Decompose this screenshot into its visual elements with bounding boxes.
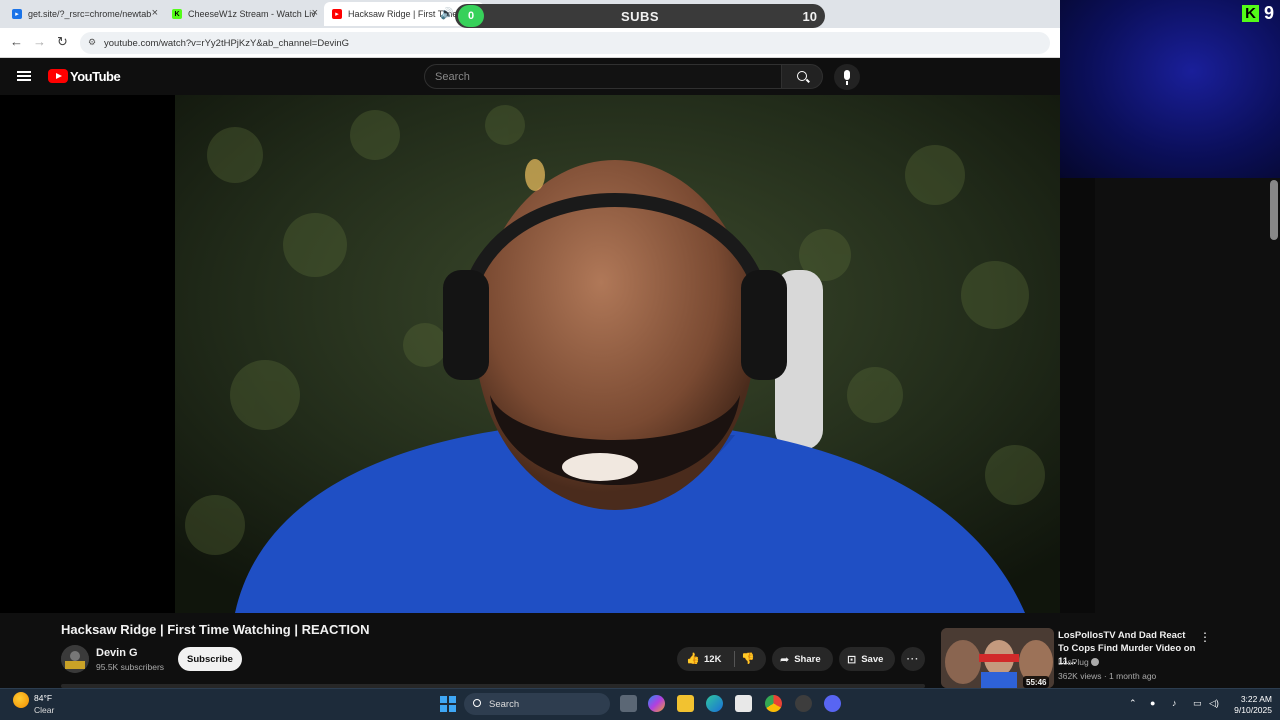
tab-label: get.site/?_rsrc=chrome/newtab xyxy=(28,9,152,19)
share-label: Share xyxy=(794,653,821,665)
tab-favicon-icon: ▸ xyxy=(12,9,22,19)
recommended-meta: 362K views · 1 month ago xyxy=(1058,671,1157,681)
search-icon xyxy=(473,699,481,707)
taskbar-clock[interactable]: 3:22 AM 9/10/2025 xyxy=(1228,694,1272,716)
file-explorer-icon[interactable] xyxy=(677,695,694,712)
site-info-icon[interactable]: ⚙ xyxy=(88,37,96,48)
app-icon[interactable] xyxy=(795,695,812,712)
page-scrollbar[interactable] xyxy=(1270,180,1278,240)
taskbar-search[interactable]: Search xyxy=(464,693,610,715)
recommended-channel-name: LosPlug xyxy=(1058,657,1089,667)
browser-tab-newtab[interactable]: ▸ get.site/?_rsrc=chrome/newtab × xyxy=(4,2,164,26)
volume-icon[interactable]: ◁) xyxy=(1209,698,1219,709)
subs-current-count: 0 xyxy=(458,5,484,27)
recommended-more-icon[interactable]: ⋮ xyxy=(1199,630,1211,644)
like-count[interactable]: 12K xyxy=(704,654,721,665)
verified-icon xyxy=(1091,658,1100,666)
network-icon[interactable]: ▭ xyxy=(1193,698,1202,709)
youtube-logo-icon[interactable] xyxy=(48,69,68,83)
recommended-channel[interactable]: LosPlug xyxy=(1058,657,1100,667)
save-label: Save xyxy=(861,653,884,665)
kick-viewer-count: 9 xyxy=(1264,3,1275,23)
menu-icon[interactable] xyxy=(17,71,31,81)
channel-avatar[interactable] xyxy=(61,645,89,673)
weather-icon[interactable] xyxy=(13,692,29,708)
search-icon xyxy=(797,71,807,81)
tab-label: CheeseW1z Stream - Watch Liv xyxy=(188,9,316,19)
forward-arrow-icon[interactable]: → xyxy=(33,34,46,49)
edge-icon[interactable] xyxy=(706,695,723,712)
weather-condition[interactable]: Clear xyxy=(34,705,54,715)
store-icon[interactable] xyxy=(735,695,752,712)
video-player[interactable] xyxy=(175,95,1060,613)
divider xyxy=(734,651,735,667)
subscriber-count: 95.5K subscribers xyxy=(96,662,165,672)
url-text: youtube.com/watch?v=rYy2tHPjKzY&ab_chann… xyxy=(104,37,350,49)
youtube-logo-text[interactable]: YouTube xyxy=(70,69,121,84)
search-input[interactable] xyxy=(424,64,782,89)
youtube-favicon-icon: ▸ xyxy=(332,9,342,19)
discord-icon[interactable] xyxy=(824,695,841,712)
share-icon: ➦ xyxy=(780,653,790,666)
kick-logo-icon: K xyxy=(1242,5,1259,22)
chrome-icon[interactable] xyxy=(765,695,782,712)
video-letterbox-left xyxy=(0,95,175,613)
back-arrow-icon[interactable]: ← xyxy=(10,34,23,49)
close-tab-icon[interactable]: × xyxy=(152,7,158,19)
video-title: Hacksaw Ridge | First Time Watching | RE… xyxy=(61,622,370,637)
windows-taskbar xyxy=(0,688,1280,720)
subs-goal-overlay: SUBS 0 10 xyxy=(455,4,825,28)
like-icon[interactable]: 👍 xyxy=(686,652,700,665)
subscribe-button[interactable]: Subscribe xyxy=(178,647,242,671)
weather-temperature[interactable]: 84°F xyxy=(34,693,52,703)
subs-label: SUBS xyxy=(620,8,660,24)
taskbar-search-label: Search xyxy=(489,698,520,710)
browser-address-bar: ← → ↻ ⚙ youtube.com/watch?v=rYy2tHPjKzY&… xyxy=(0,28,1060,58)
video-frame xyxy=(175,95,1060,613)
tray-overflow-icon[interactable]: ⌃ xyxy=(1129,698,1137,709)
close-tab-icon[interactable]: × xyxy=(312,7,318,19)
search-button[interactable] xyxy=(781,64,823,89)
kick-favicon-icon: K xyxy=(172,9,182,19)
url-field[interactable]: ⚙ youtube.com/watch?v=rYy2tHPjKzY&ab_cha… xyxy=(80,32,1050,54)
webcam-overlay-panel xyxy=(1060,0,1280,178)
task-view-icon[interactable] xyxy=(620,695,637,712)
copilot-icon[interactable] xyxy=(648,695,665,712)
save-button[interactable]: ⊡ Save xyxy=(839,647,895,671)
channel-name[interactable]: Devin G xyxy=(96,647,138,659)
browser-tab-kick[interactable]: K CheeseW1z Stream - Watch Liv × xyxy=(164,2,324,26)
bookmark-icon: ⊡ xyxy=(847,653,857,666)
video-letterbox-right xyxy=(1060,178,1095,613)
avatar-image xyxy=(61,645,89,673)
dislike-icon[interactable]: 👎 xyxy=(741,652,755,665)
voice-search-icon[interactable] xyxy=(834,64,860,90)
reload-icon[interactable]: ↻ xyxy=(57,34,68,50)
subs-goal-count: 10 xyxy=(802,8,817,24)
more-actions-button[interactable]: ··· xyxy=(901,647,925,671)
microphone-icon[interactable]: ♪ xyxy=(1172,698,1177,708)
share-button[interactable]: ➦ Share xyxy=(772,647,833,671)
youtube-header: YouTube xyxy=(0,58,1060,95)
clock-date: 9/10/2025 xyxy=(1234,705,1272,715)
speaker-icon: 🔊 xyxy=(440,8,454,20)
tray-app-icon[interactable]: ● xyxy=(1150,698,1155,708)
like-dislike-group: 👍 12K 👎 xyxy=(677,647,766,671)
duration-badge: 55:46 xyxy=(1023,676,1050,688)
start-menu-icon[interactable] xyxy=(440,696,456,712)
clock-time: 3:22 AM xyxy=(1240,694,1272,704)
